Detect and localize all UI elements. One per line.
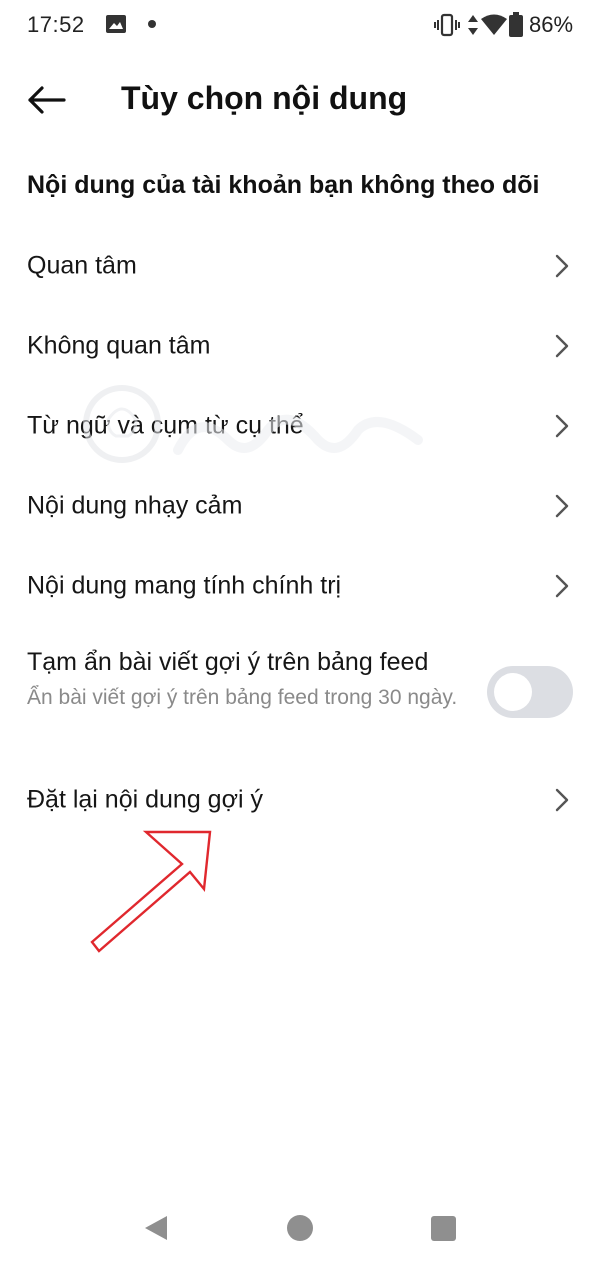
arrow-left-icon	[28, 86, 66, 114]
menu-item-political-content[interactable]: Nội dung mang tính chính trị	[0, 546, 600, 626]
nav-recents-icon[interactable]	[431, 1216, 456, 1241]
annotation-arrow-icon	[90, 830, 212, 953]
menu-item-sensitive-content[interactable]: Nội dung nhạy cảm	[0, 466, 600, 546]
chevron-right-icon	[555, 788, 569, 812]
back-button[interactable]	[22, 78, 70, 122]
menu-item-label: Nội dung nhạy cảm	[27, 491, 243, 520]
menu-item-specific-words[interactable]: Từ ngữ và cụm từ cụ thể	[0, 386, 600, 466]
page-title: Tùy chọn nội dung	[121, 80, 408, 116]
chevron-right-icon	[555, 254, 569, 278]
menu-item-label: Quan tâm	[27, 251, 137, 280]
toggle-title: Tạm ẩn bài viết gợi ý trên bảng feed	[27, 648, 429, 676]
nav-home-icon[interactable]	[287, 1215, 313, 1241]
dot-icon	[148, 20, 156, 28]
menu-item-label: Đặt lại nội dung gợi ý	[27, 785, 263, 814]
menu-item-reset-suggested-content[interactable]: Đặt lại nội dung gợi ý	[0, 760, 600, 840]
battery-percent: 86%	[529, 12, 574, 37]
snooze-suggested-posts-row: Tạm ẩn bài viết gợi ý trên bảng feed Ẩn …	[0, 636, 600, 748]
section-title: Nội dung của tài khoản bạn không theo dõ…	[27, 171, 540, 199]
menu-item-label: Từ ngữ và cụm từ cụ thể	[27, 411, 304, 440]
chevron-right-icon	[555, 494, 569, 518]
chevron-right-icon	[555, 334, 569, 358]
chevron-right-icon	[555, 574, 569, 598]
menu-item-label: Không quan tâm	[27, 331, 211, 360]
battery-icon	[509, 12, 523, 37]
chevron-right-icon	[555, 414, 569, 438]
snooze-suggested-posts-toggle[interactable]	[487, 666, 573, 718]
wifi-icon	[481, 14, 507, 35]
nav-back-icon[interactable]	[143, 1214, 169, 1242]
vibrate-icon	[434, 13, 460, 37]
toggle-knob	[494, 673, 532, 711]
menu-item-label: Nội dung mang tính chính trị	[27, 571, 342, 600]
status-bar: 17:52 86%	[0, 0, 600, 52]
gallery-icon	[106, 15, 126, 33]
toggle-description: Ẩn bài viết gợi ý trên bảng feed trong 3…	[27, 686, 458, 709]
status-time: 17:52	[27, 12, 85, 37]
data-icon	[468, 15, 478, 35]
menu-item-not-interested[interactable]: Không quan tâm	[0, 306, 600, 386]
menu-item-interested[interactable]: Quan tâm	[0, 226, 600, 306]
